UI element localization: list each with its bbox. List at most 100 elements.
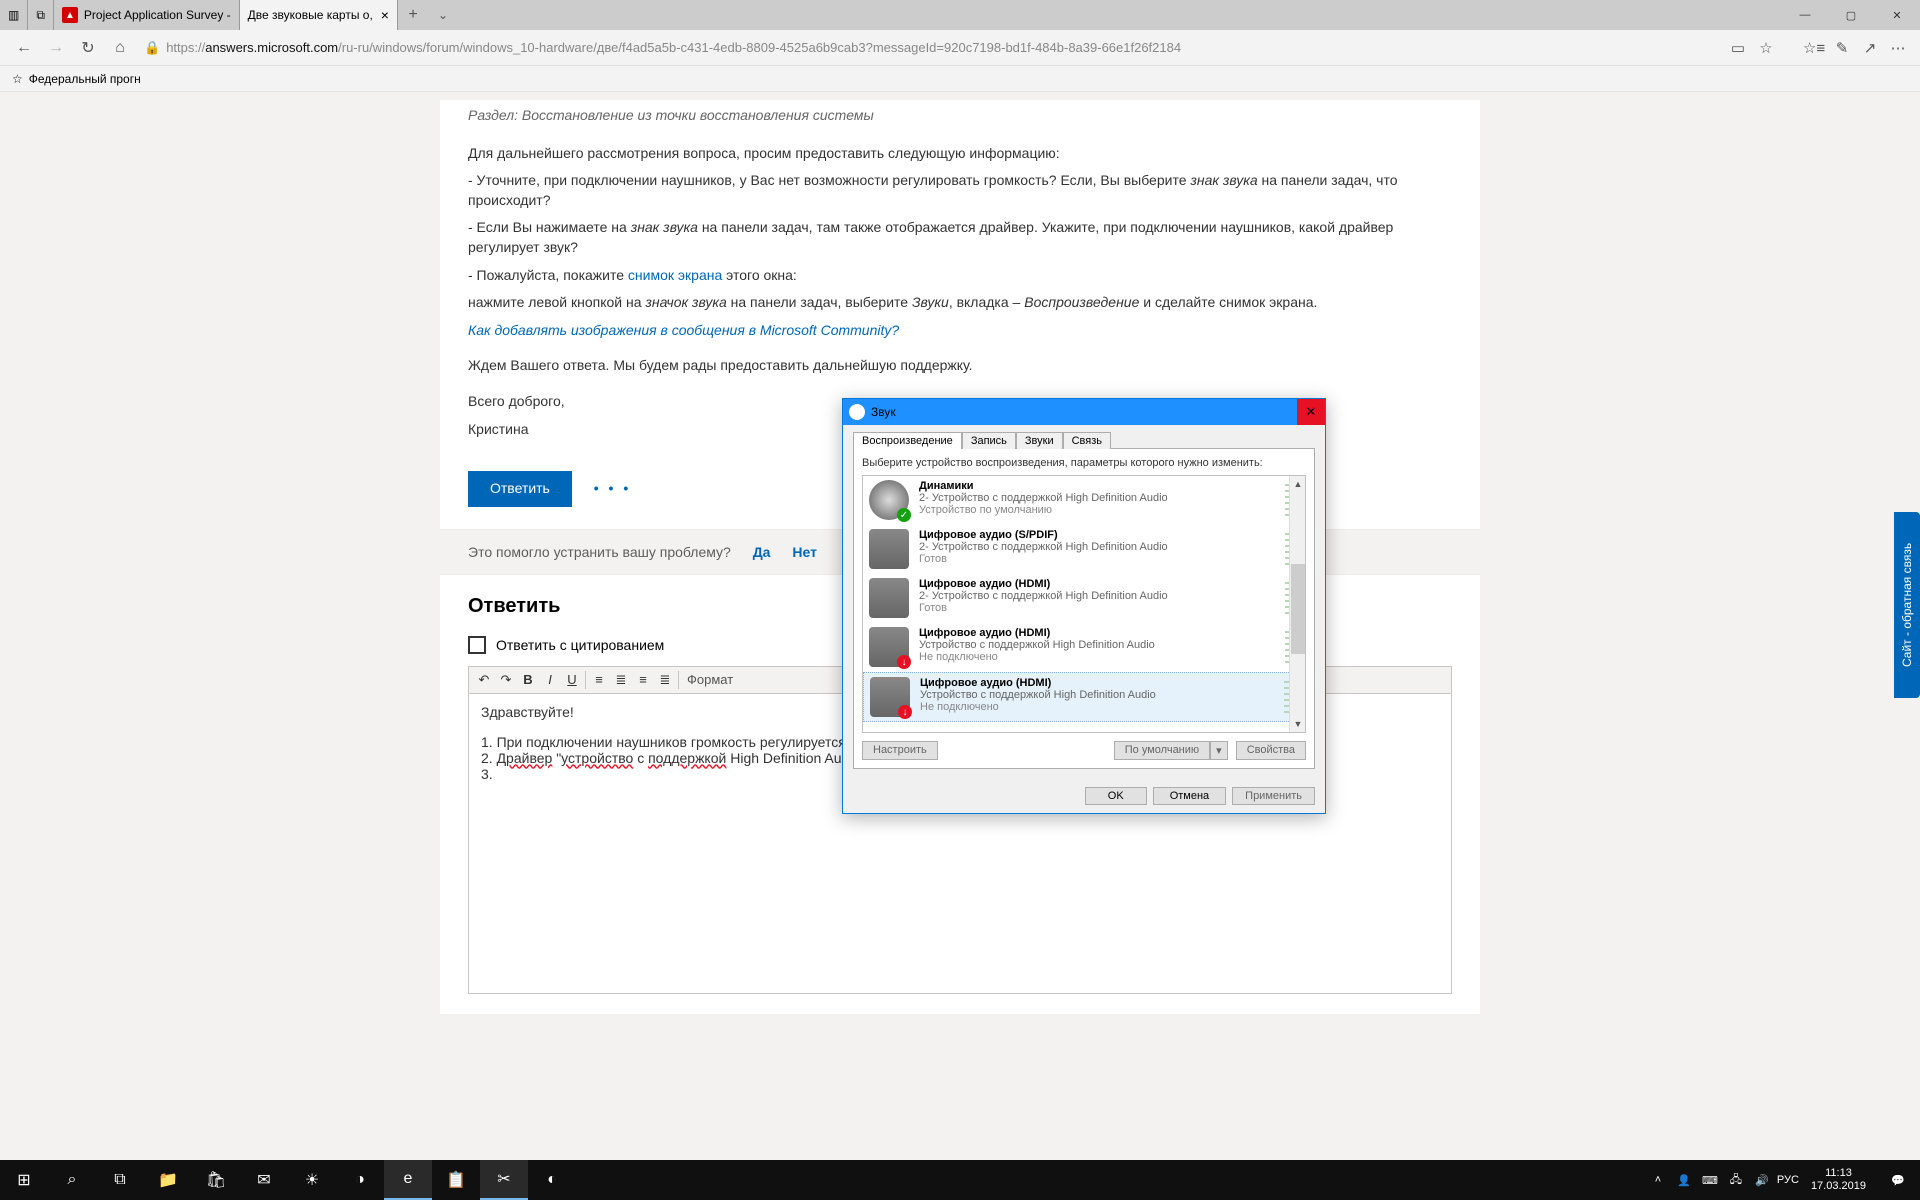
more-icon[interactable]: ⋯: [1884, 34, 1912, 62]
underline-icon[interactable]: U: [561, 669, 583, 691]
sound-tab-comm[interactable]: Связь: [1063, 432, 1111, 449]
reply-button[interactable]: Ответить: [468, 471, 572, 507]
address-bar[interactable]: 🔒 https:// answers.microsoft.com /ru-ru/…: [136, 34, 1724, 62]
help-yes[interactable]: Да: [753, 544, 771, 560]
network-icon[interactable]: 🖧: [1723, 1171, 1749, 1190]
default-button[interactable]: По умолчанию: [1114, 741, 1210, 760]
refresh-button[interactable]: ↻: [72, 32, 104, 64]
lock-icon: 🔒: [144, 40, 160, 56]
keyboard-icon[interactable]: ⌨: [1697, 1174, 1723, 1187]
configure-button[interactable]: Настроить: [862, 741, 938, 760]
window-swap-btn[interactable]: ⧉: [28, 0, 54, 30]
howto-link-p: Как добавлять изображения в сообщения в …: [468, 321, 1452, 341]
tray-overflow-icon[interactable]: ˄: [1645, 1174, 1671, 1186]
app3-icon[interactable]: ◐: [528, 1160, 576, 1200]
people-icon[interactable]: 👤: [1671, 1174, 1697, 1187]
favorite-star-icon[interactable]: ☆: [1752, 34, 1780, 62]
scroll-thumb[interactable]: [1291, 564, 1305, 654]
taskview-icon[interactable]: ⧉: [96, 1160, 144, 1200]
back-button[interactable]: ←: [8, 32, 40, 64]
sound-tab-sounds[interactable]: Звуки: [1016, 432, 1063, 449]
cancel-button[interactable]: Отмена: [1153, 787, 1226, 805]
scroll-down-icon[interactable]: ▼: [1290, 716, 1306, 732]
properties-button[interactable]: Свойства: [1236, 741, 1306, 760]
post-li1: - Уточните, при подключении наушников, у…: [468, 171, 1452, 210]
align-center-icon[interactable]: ≣: [610, 669, 632, 691]
device-status: Готов: [919, 553, 1279, 565]
device-desc: 2- Устройство с поддержкой High Definiti…: [919, 541, 1279, 553]
snip-icon[interactable]: ✂: [480, 1160, 528, 1200]
sound-hint: Выберите устройство воспроизведения, пар…: [862, 457, 1306, 469]
align-right-icon[interactable]: ≡: [632, 669, 654, 691]
reading-view-icon[interactable]: ▭: [1724, 34, 1752, 62]
explorer-icon[interactable]: 📁: [144, 1160, 192, 1200]
screenshot-link[interactable]: снимок экрана: [628, 267, 722, 283]
apply-button[interactable]: Применить: [1232, 787, 1315, 805]
window-close[interactable]: ✕: [1874, 0, 1920, 30]
more-actions-button[interactable]: • • •: [594, 479, 631, 499]
device-icon: ↓: [869, 627, 909, 667]
device-row[interactable]: ↓Цифровое аудио (HDMI)Устройство с подде…: [863, 623, 1305, 672]
device-name: Динамики: [919, 480, 1279, 492]
avira-icon: ▲: [62, 7, 78, 23]
align-left-icon[interactable]: ≡: [588, 669, 610, 691]
undo-icon[interactable]: ↶: [473, 669, 495, 691]
device-row[interactable]: ✓Динамики2- Устройство с поддержкой High…: [863, 476, 1305, 525]
app2-icon[interactable]: 📋: [432, 1160, 480, 1200]
edge-icon[interactable]: e: [384, 1160, 432, 1200]
device-row[interactable]: Цифровое аудио (S/PDIF)2- Устройство с п…: [863, 525, 1305, 574]
site-feedback-tab[interactable]: Сайт - обратная связь: [1894, 512, 1920, 698]
sound-dialog-titlebar[interactable]: Звук ✕: [843, 399, 1325, 425]
bold-icon[interactable]: B: [517, 669, 539, 691]
home-button[interactable]: ⌂: [104, 32, 136, 64]
favorites-hub-icon[interactable]: ☆≡: [1800, 34, 1828, 62]
tab-1[interactable]: ▲ Project Application Survey -: [54, 0, 240, 30]
device-row[interactable]: ↓Цифровое аудио (HDMI)Устройство с подде…: [863, 672, 1305, 722]
settings-icon[interactable]: ☀: [288, 1160, 336, 1200]
tab-2[interactable]: Две звуковые карты о, ×: [240, 0, 398, 30]
tab-strip: ▥ ⧉ ▲ Project Application Survey - Две з…: [0, 0, 458, 30]
sound-title: Звук: [871, 405, 896, 419]
tab-close-icon[interactable]: ×: [381, 7, 389, 23]
sound-tab-record[interactable]: Запись: [962, 432, 1016, 449]
format-dropdown[interactable]: Формат: [681, 672, 739, 687]
share-icon[interactable]: ↗: [1856, 34, 1884, 62]
window-minimize[interactable]: —: [1782, 0, 1828, 30]
device-list[interactable]: ✓Динамики2- Устройство с поддержкой High…: [862, 475, 1306, 733]
start-button[interactable]: ⊞: [0, 1160, 48, 1200]
help-question: Это помогло устранить вашу проблему?: [468, 544, 731, 560]
device-icon: ✓: [869, 480, 909, 520]
sound-dialog-buttons: OK Отмена Применить: [843, 779, 1325, 813]
sound-close-button[interactable]: ✕: [1297, 399, 1325, 425]
action-center-icon[interactable]: 💬: [1876, 1174, 1920, 1187]
window-sidebar-btn[interactable]: ▥: [0, 0, 28, 30]
device-info: Динамики2- Устройство с поддержкой High …: [919, 480, 1279, 520]
volume-icon[interactable]: 🔊: [1749, 1174, 1775, 1187]
language-icon[interactable]: РУС: [1775, 1174, 1801, 1186]
mail-icon[interactable]: ✉: [240, 1160, 288, 1200]
device-scrollbar[interactable]: ▲ ▼: [1289, 476, 1305, 732]
sound-tab-playback[interactable]: Воспроизведение: [853, 432, 962, 449]
help-no[interactable]: Нет: [792, 544, 817, 560]
new-tab-button[interactable]: +: [398, 6, 428, 24]
align-justify-icon[interactable]: ≣: [654, 669, 676, 691]
post-li3: - Пожалуйста, покажите снимок экрана это…: [468, 266, 1452, 286]
checkbox-icon[interactable]: [468, 636, 486, 654]
window-maximize[interactable]: ▢: [1828, 0, 1874, 30]
device-row[interactable]: Цифровое аудио (HDMI)2- Устройство с под…: [863, 574, 1305, 623]
fav-item[interactable]: Федеральный прогн: [29, 72, 141, 86]
redo-icon[interactable]: ↷: [495, 669, 517, 691]
tabs-overflow-button[interactable]: ⌄: [428, 8, 458, 22]
ok-button[interactable]: OK: [1085, 787, 1147, 805]
italic-icon[interactable]: I: [539, 669, 561, 691]
section-title: Раздел: Восстановление из точки восстано…: [468, 100, 1452, 126]
search-icon[interactable]: ⌕: [48, 1160, 96, 1200]
store-icon[interactable]: 🛍: [192, 1160, 240, 1200]
app1-icon[interactable]: ◑: [336, 1160, 384, 1200]
forward-button[interactable]: →: [40, 32, 72, 64]
howto-link[interactable]: Как добавлять изображения в сообщения в …: [468, 322, 899, 338]
notes-icon[interactable]: ✎: [1828, 34, 1856, 62]
default-dropdown-icon[interactable]: ▾: [1210, 741, 1228, 760]
scroll-up-icon[interactable]: ▲: [1290, 476, 1306, 492]
taskbar-clock[interactable]: 11:13 17.03.2019: [1801, 1167, 1876, 1193]
